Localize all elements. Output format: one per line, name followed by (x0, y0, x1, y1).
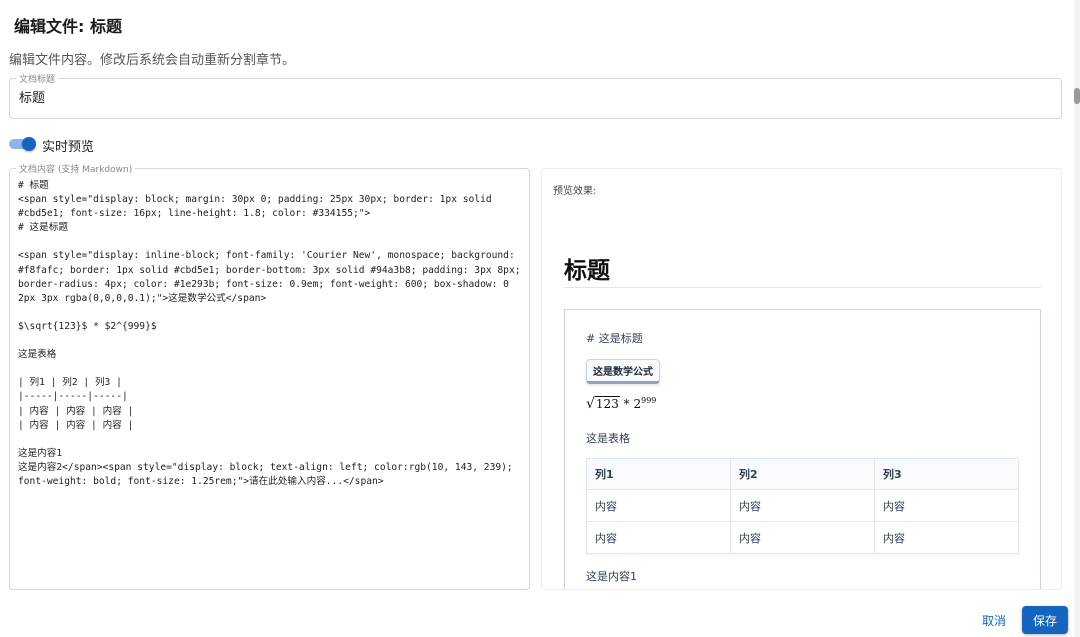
table-caption: 这是表格 (586, 432, 630, 445)
toggle-thumb (22, 137, 36, 151)
preview-content-line: 这是内容1 (586, 570, 637, 583)
table-cell: 内容 (874, 521, 1019, 554)
table-header-row: 列1 列2 列3 (586, 458, 1019, 490)
table-header-cell: 列1 (586, 458, 731, 490)
document-title-label: 文档标题 (16, 72, 59, 85)
preview-label: 预览效果: (553, 186, 597, 197)
dialog-description: 编辑文件内容。修改后系统会自动重新分割章节。 (9, 53, 296, 68)
document-content-field[interactable]: 文档内容 (支持 Markdown) # 标题 <span style="dis… (9, 162, 530, 590)
table-cell: 内容 (586, 521, 731, 554)
scrollbar-thumb[interactable] (1074, 88, 1080, 104)
document-title-field[interactable]: 文档标题 (9, 72, 1062, 119)
table-cell: 内容 (730, 521, 875, 554)
table-header-cell: 列2 (730, 458, 875, 490)
table-row: 内容 内容 内容 (586, 489, 1019, 522)
document-content-label: 文档内容 (支持 Markdown) (16, 162, 136, 175)
table-row: 内容 内容 内容 (586, 521, 1019, 554)
document-content-editor[interactable]: # 标题 <span style="display: block; margin… (18, 179, 521, 584)
preview-heading: 标题 (564, 258, 610, 284)
heading-divider (564, 287, 1041, 288)
sqrt-argument: 123 (594, 396, 620, 411)
live-preview-label: 实时预览 (42, 140, 95, 155)
dialog-title: 编辑文件: 标题 (14, 17, 122, 36)
table-cell: 内容 (730, 489, 875, 522)
styled-content-block: # 这是标题 这是数学公式 √123 * 2999 这是表格 列1 列2 列3 (564, 309, 1041, 589)
live-preview-toggle[interactable] (9, 137, 36, 151)
power-base: 2 (633, 397, 642, 411)
document-title-input[interactable] (19, 89, 1049, 104)
table-header-cell: 列3 (874, 458, 1019, 490)
math-formula-badge: 这是数学公式 (586, 359, 660, 384)
table-cell: 内容 (874, 489, 1019, 522)
cancel-button[interactable]: 取消 (971, 606, 1017, 634)
sqrt-symbol: √ (586, 396, 595, 412)
math-formula: √123 * 2999 (586, 396, 656, 412)
power-exponent: 999 (641, 396, 657, 405)
math-operator: * (623, 397, 630, 411)
save-button[interactable]: 保存 (1022, 606, 1068, 634)
table-cell: 内容 (586, 489, 731, 522)
block-heading: # 这是标题 (586, 332, 643, 345)
preview-table: 列1 列2 列3 内容 内容 内容 内容 内容 内容 (586, 458, 1019, 554)
preview-panel: 预览效果: 标题 # 这是标题 这是数学公式 √123 * 2999 这是表格 … (541, 168, 1062, 590)
